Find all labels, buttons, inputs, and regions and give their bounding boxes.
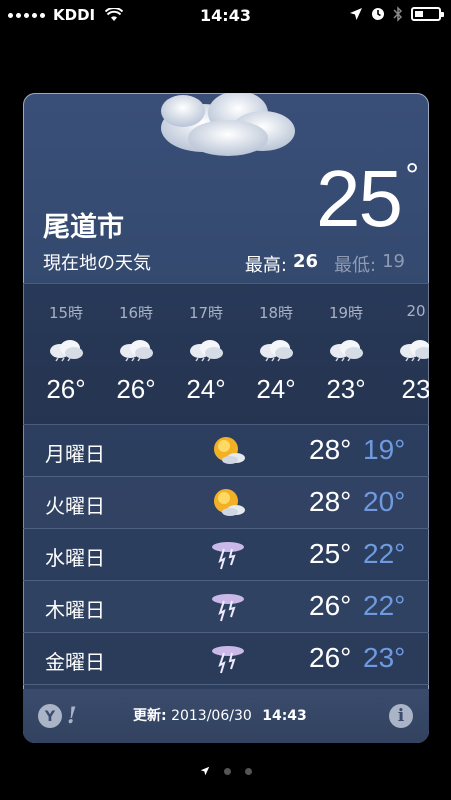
day-low: 19° <box>363 434 406 465</box>
weather-card[interactable]: 25 ° 尾道市 現在地の天気 最高: 26 最低: 19 15時 26° 16… <box>23 93 429 743</box>
cloudy-rain-icon <box>400 340 429 362</box>
hour-time: 18時 <box>258 304 294 322</box>
daily-row: 月曜日 28° 19° <box>23 425 429 477</box>
day-name: 木曜日 <box>45 598 105 622</box>
svg-text:!: ! <box>67 703 77 729</box>
sun-cloud-icon <box>214 437 245 464</box>
day-name: 月曜日 <box>45 442 105 466</box>
svg-text:Y: Y <box>44 709 56 725</box>
hour-temp: 26° <box>116 374 156 404</box>
daily-forecast: 月曜日 28° 19° 火曜日 28° 20° 水曜日 25° 22° 木曜日 … <box>23 425 429 685</box>
hour-time: 19時 <box>328 304 364 322</box>
day-name: 火曜日 <box>45 494 105 518</box>
daily-row: 水曜日 25° 22° <box>23 529 429 581</box>
hour-time: 16時 <box>118 304 154 322</box>
day-high: 28° <box>309 434 352 465</box>
bluetooth-icon <box>393 6 403 22</box>
high-low: 最高: 26 最低: 19 <box>245 251 405 277</box>
cloudy-rain-icon <box>190 340 223 362</box>
daily-row: 金曜日 26° 23° <box>23 633 429 685</box>
sun-cloud-icon <box>214 489 245 516</box>
status-bar: KDDI 14:43 <box>0 0 451 30</box>
thunderstorm-icon <box>212 594 244 622</box>
day-high: 26° <box>309 642 352 673</box>
hour-temp: 26° <box>46 374 86 404</box>
current-temperature: 25 <box>316 154 403 243</box>
hourly-forecast[interactable]: 15時 26° 16時 26° 17時 24° 18時 24° 19時 23° … <box>23 283 429 425</box>
location-arrow-icon <box>350 8 362 20</box>
day-low: 23° <box>363 642 406 673</box>
high-value: 26 <box>292 251 319 272</box>
hour-temp: 24° <box>256 374 296 404</box>
page-indicator[interactable] <box>0 766 451 776</box>
updated-label: 更新: <box>133 708 167 724</box>
daily-row: 木曜日 26° 22° <box>23 581 429 633</box>
hour-temp: 23° <box>326 374 366 404</box>
cloudy-rain-icon <box>120 340 153 362</box>
card-footer: Y ! 更新: 2013/06/30 14:43 i <box>23 689 429 743</box>
day-name: 水曜日 <box>45 546 105 570</box>
day-low: 22° <box>363 590 406 621</box>
low-value: 19 <box>382 251 405 272</box>
cloudy-rain-icon <box>50 340 83 362</box>
battery-icon <box>411 7 444 21</box>
day-name: 金曜日 <box>45 650 105 674</box>
thunderstorm-icon <box>212 542 244 570</box>
day-high: 25° <box>309 538 352 569</box>
daily-row: 火曜日 28° 20° <box>23 477 429 529</box>
day-high: 28° <box>309 486 352 517</box>
status-right <box>349 6 444 22</box>
hour-temp: 24° <box>186 374 226 404</box>
degree-symbol: ° <box>405 157 419 195</box>
hour-time: 17時 <box>188 304 224 322</box>
low-label: 最低: <box>334 255 377 276</box>
info-button[interactable]: i <box>389 704 413 728</box>
high-label: 最高: <box>244 255 287 276</box>
updated-date: 2013/06/30 <box>171 708 252 724</box>
alarm-clock-icon <box>372 8 384 20</box>
hour-temp: 23 <box>401 374 429 404</box>
city-name: 尾道市 <box>43 212 124 243</box>
location-arrow-icon <box>200 766 209 776</box>
day-low: 22° <box>363 538 406 569</box>
yahoo-logo-icon: Y ! <box>38 703 77 729</box>
page-dot <box>244 767 252 775</box>
location-description: 現在地の天気 <box>43 253 151 274</box>
hour-time: 20 <box>406 302 426 320</box>
last-updated: 更新: 2013/06/30 14:43 <box>133 705 307 725</box>
hour-time: 15時 <box>48 304 84 322</box>
day-low: 20° <box>363 486 406 517</box>
cloud-icon <box>161 93 295 156</box>
updated-time: 14:43 <box>262 708 307 724</box>
cloudy-rain-icon <box>330 340 363 362</box>
page-dot <box>223 767 231 775</box>
battery-level <box>415 11 423 17</box>
yahoo-logo-button[interactable]: Y ! <box>37 703 77 729</box>
thunderstorm-icon <box>212 646 244 674</box>
day-high: 26° <box>309 590 352 621</box>
cloudy-rain-icon <box>260 340 293 362</box>
